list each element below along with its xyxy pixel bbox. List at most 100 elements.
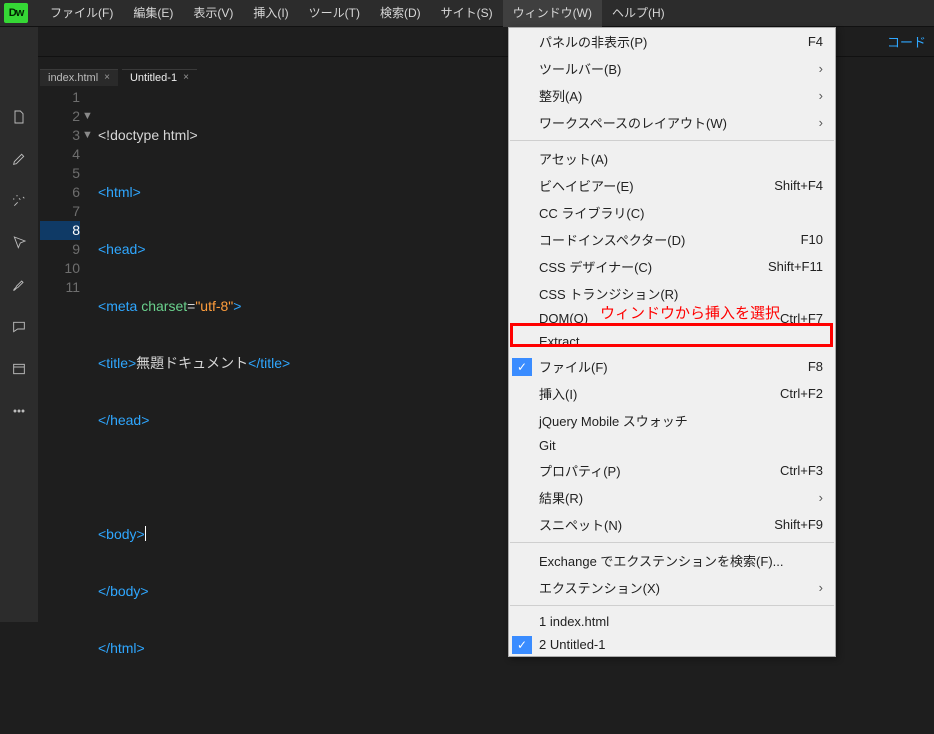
line-number: 10: [40, 259, 80, 278]
code-text: <body>: [98, 526, 145, 542]
menu-item[interactable]: ワークスペースのレイアウト(W): [509, 109, 835, 136]
menu-item-shortcut: F4: [808, 34, 823, 49]
menu-item[interactable]: スニペット(N)Shift+F9: [509, 511, 835, 538]
menu-item[interactable]: 挿入(I) Ctrl+F2: [509, 380, 835, 407]
menu-item[interactable]: 結果(R): [509, 484, 835, 511]
more-icon[interactable]: [10, 402, 28, 420]
menu-item[interactable]: CSS トランジション(R): [509, 280, 835, 307]
menu-item-shortcut: Shift+F4: [774, 178, 823, 193]
line-number: 8: [40, 221, 80, 240]
menu-item-label: ツールバー(B): [539, 59, 621, 78]
menu-item-label: 挿入(I): [539, 384, 577, 403]
menu-item-label: スニペット(N): [539, 515, 622, 534]
comment-icon[interactable]: [10, 318, 28, 336]
menu-item-shortcut: Shift+F11: [768, 259, 823, 274]
line-number-gutter: 1234567891011: [40, 88, 88, 297]
code-text: <head>: [98, 241, 146, 257]
brush-icon[interactable]: [10, 276, 28, 294]
code-text: </head>: [98, 412, 149, 428]
menu-tools[interactable]: ツール(T): [299, 0, 370, 27]
menu-item[interactable]: ビヘイビアー(E) Shift+F4: [509, 172, 835, 199]
menu-edit[interactable]: 編集(E): [123, 0, 183, 27]
tool-sidebar: [0, 88, 38, 622]
close-icon[interactable]: ×: [104, 72, 110, 83]
menu-item-label: CC ライブラリ(C): [539, 203, 644, 222]
menu-item-shortcut: F10: [801, 232, 823, 247]
menu-item[interactable]: ✓ ファイル(F) F8: [509, 353, 835, 380]
menu-item[interactable]: コードインスペクター(D) F10: [509, 226, 835, 253]
menu-item[interactable]: プロパティ(P) Ctrl+F3: [509, 457, 835, 484]
menu-item-shortcut: Ctrl+F7: [780, 311, 823, 326]
menu-item-label: Exchange でエクステンションを検索(F)...: [539, 551, 783, 570]
panel-icon[interactable]: [10, 360, 28, 378]
tab-untitled[interactable]: Untitled-1 ×: [122, 69, 197, 86]
menu-item-label: エクステンション(X): [539, 578, 660, 597]
code-text: </html>: [98, 640, 145, 656]
menu-item-label: コードインスペクター(D): [539, 230, 685, 249]
window-menu-panel: パネルの非表示(P) F4 ツールバー(B) 整列(A) ワークスペースのレイアウト(W…: [508, 27, 836, 657]
menu-item-label: パネルの非表示(P): [539, 32, 647, 51]
fold-gutter: ▼▼: [82, 88, 93, 297]
menu-insert[interactable]: 挿入(I): [243, 0, 298, 27]
cursor-icon[interactable]: [10, 234, 28, 252]
line-number: 1: [40, 88, 80, 107]
line-number: 11: [40, 278, 80, 297]
menu-help[interactable]: ヘルプ(H): [602, 0, 675, 27]
menu-item[interactable]: 整列(A): [509, 82, 835, 109]
menu-window[interactable]: ウィンドウ(W): [503, 0, 602, 27]
menu-item-label: Git: [539, 438, 556, 453]
menu-item-label: CSS デザイナー(C): [539, 257, 652, 276]
menu-item-label: DOM(O): [539, 311, 588, 326]
line-number: 6: [40, 183, 80, 202]
line-number: 9: [40, 240, 80, 259]
check-icon: ✓: [512, 358, 532, 376]
menu-item[interactable]: CSS デザイナー(C) Shift+F11: [509, 253, 835, 280]
menu-item-label: Extract: [539, 334, 579, 349]
line-number: 5: [40, 164, 80, 183]
code-editor[interactable]: <!doctype html> <html> <head> <meta char…: [98, 88, 290, 734]
menu-item[interactable]: CC ライブラリ(C): [509, 199, 835, 226]
menu-item-label: ビヘイビアー(E): [539, 176, 634, 195]
menu-item[interactable]: アセット(A): [509, 145, 835, 172]
menu-item-shortcut: Ctrl+F3: [780, 463, 823, 478]
pencil-icon[interactable]: [10, 150, 28, 168]
menu-item[interactable]: Git: [509, 434, 835, 457]
menu-item[interactable]: エクステンション(X): [509, 574, 835, 601]
menu-find[interactable]: 検索(D): [370, 0, 431, 27]
menu-item-label: プロパティ(P): [539, 461, 621, 480]
line-number: 2: [40, 107, 80, 126]
menu-view[interactable]: 表示(V): [183, 0, 243, 27]
menu-item-shortcut: Ctrl+F2: [780, 386, 823, 401]
menu-item-label: CSS トランジション(R): [539, 284, 678, 303]
menu-item[interactable]: Exchange でエクステンションを検索(F)...: [509, 547, 835, 574]
tab-index[interactable]: index.html ×: [40, 69, 118, 86]
app-icon: Dw: [4, 3, 28, 23]
check-icon: ✓: [512, 636, 532, 654]
menu-item-label: ワークスペースのレイアウト(W): [539, 113, 727, 132]
menu-item-shortcut: F8: [808, 359, 823, 374]
menu-item[interactable]: パネルの非表示(P) F4: [509, 28, 835, 55]
menu-item-label: 2 Untitled-1: [539, 637, 605, 652]
line-number: 3: [40, 126, 80, 145]
menu-item[interactable]: ✓ 2 Untitled-1: [509, 633, 835, 656]
menu-item-label: ファイル(F): [539, 357, 608, 376]
menu-item-label: 整列(A): [539, 86, 582, 105]
line-number: 4: [40, 145, 80, 164]
menu-file[interactable]: ファイル(F): [40, 0, 123, 27]
tab-label: index.html: [48, 72, 98, 84]
file-icon[interactable]: [10, 108, 28, 126]
close-icon[interactable]: ×: [183, 72, 189, 83]
menu-item[interactable]: Extract: [509, 330, 835, 353]
menu-item-label: 結果(R): [539, 488, 583, 507]
code-text: </body>: [98, 583, 149, 599]
menu-site[interactable]: サイト(S): [431, 0, 503, 27]
menu-item[interactable]: jQuery Mobile スウォッチ: [509, 407, 835, 434]
line-number: 7: [40, 202, 80, 221]
wand-icon[interactable]: [10, 192, 28, 210]
menu-item[interactable]: DOM(O) Ctrl+F7: [509, 307, 835, 330]
view-mode-code[interactable]: コード: [887, 32, 926, 51]
code-text: <!doctype html>: [98, 127, 198, 143]
text-caret: [145, 526, 146, 541]
menu-item[interactable]: ツールバー(B): [509, 55, 835, 82]
code-text: <html>: [98, 184, 141, 200]
